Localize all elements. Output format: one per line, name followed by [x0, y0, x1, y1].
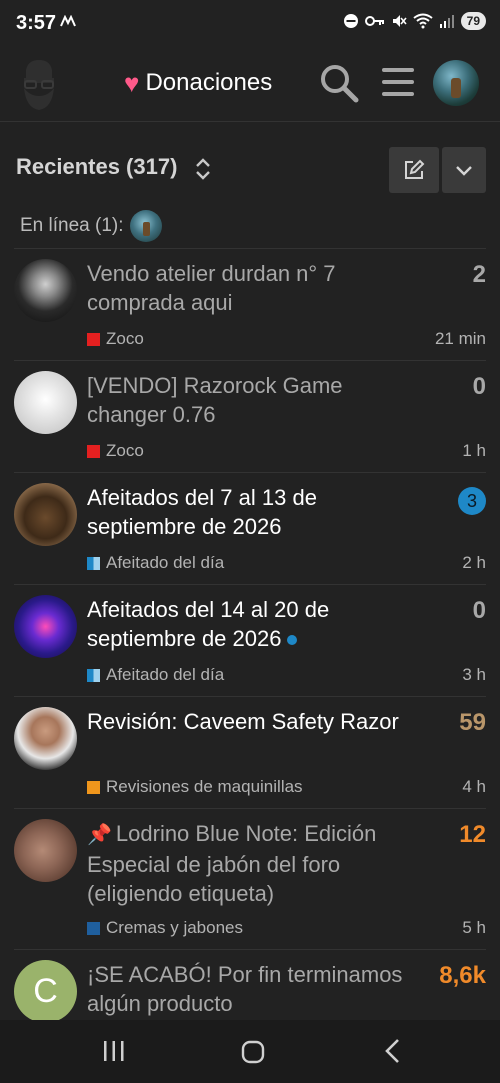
category-color-icon — [87, 780, 100, 794]
key-icon — [364, 16, 384, 26]
topic-title[interactable]: 📌 Lodrino Blue Note: Edición Especial de … — [87, 819, 417, 908]
topic-category[interactable]: Afeitado del día — [87, 553, 224, 573]
status-bar: 3:57 79 — [0, 0, 500, 46]
topic-avatar[interactable]: C — [14, 960, 77, 1023]
topic-category[interactable]: Zoco — [87, 329, 144, 349]
new-topic-button[interactable] — [389, 147, 439, 193]
topic-title[interactable]: Afeitados del 7 al 13 de septiembre de 2… — [87, 483, 417, 541]
topic-row[interactable]: Afeitados del 7 al 13 de septiembre de 2… — [14, 472, 486, 584]
site-logo-icon[interactable] — [18, 56, 60, 112]
pin-icon: 📌 — [87, 824, 112, 846]
topic-row[interactable]: 📌 Lodrino Blue Note: Edición Especial de … — [14, 808, 486, 949]
list-header: Recientes (317) — [0, 146, 500, 196]
topic-title[interactable]: Revisión: Caveem Safety Razor — [87, 707, 417, 736]
topic-activity-time[interactable]: 3 h — [462, 665, 486, 685]
category-label: Afeitado del día — [106, 553, 225, 572]
online-users: En línea (1): — [20, 210, 162, 242]
category-label: Cremas y jabones — [106, 918, 244, 937]
notification-m-icon — [60, 15, 76, 27]
hamburger-menu-icon[interactable] — [380, 64, 416, 100]
site-header: ♥ Donaciones — [0, 46, 500, 122]
reply-count[interactable]: 12 — [459, 821, 486, 849]
topic-avatar[interactable] — [14, 595, 77, 658]
topic-activity-time[interactable]: 2 h — [462, 553, 486, 573]
topic-title[interactable]: Afeitados del 14 al 20 de septiembre de … — [87, 595, 417, 653]
back-icon[interactable] — [382, 1038, 404, 1064]
topic-activity-time[interactable]: 21 min — [435, 329, 486, 349]
reply-count[interactable]: 2 — [473, 261, 486, 289]
more-options-button[interactable] — [442, 147, 486, 193]
status-icons: 79 — [343, 12, 486, 30]
topic-activity-time[interactable]: 1 h — [462, 441, 486, 461]
topic-title[interactable]: ¡SE ACABÓ! Por fin terminamos algún prod… — [87, 960, 417, 1018]
signal-icon — [439, 15, 454, 28]
avatar-letter: C — [33, 972, 58, 1010]
topic-row[interactable]: [VENDO] Razorock Game changer 0.76 0 Zoc… — [14, 360, 486, 472]
topic-avatar[interactable] — [14, 707, 77, 770]
category-color-icon — [87, 444, 100, 458]
unread-count-badge[interactable]: 3 — [458, 487, 486, 515]
topic-category[interactable]: Zoco — [87, 441, 144, 461]
reply-count[interactable]: 8,6k — [439, 962, 486, 990]
edit-icon — [405, 159, 425, 179]
topic-activity-time[interactable]: 4 h — [462, 777, 486, 797]
category-color-icon — [87, 668, 100, 682]
topic-title[interactable]: Vendo atelier durdan n° 7 comprada aqui — [87, 259, 417, 317]
status-time: 3:57 — [16, 12, 57, 34]
user-avatar[interactable] — [433, 60, 479, 106]
topic-row[interactable]: Afeitados del 14 al 20 de septiembre de … — [14, 584, 486, 696]
category-color-icon — [87, 332, 100, 346]
category-label: Afeitado del día — [106, 665, 225, 684]
system-nav-bar — [0, 1020, 500, 1083]
home-icon[interactable] — [241, 1040, 265, 1064]
category-color-icon — [87, 556, 100, 570]
chevron-down-icon — [456, 166, 472, 176]
donate-link[interactable]: ♥ Donaciones — [124, 66, 272, 100]
online-label: En línea (1): — [20, 215, 124, 236]
category-color-icon — [87, 921, 100, 935]
reply-count[interactable]: 0 — [473, 373, 486, 401]
topic-category[interactable]: Cremas y jabones — [87, 918, 243, 938]
topic-title[interactable]: [VENDO] Razorock Game changer 0.76 — [87, 371, 417, 429]
mute-icon — [392, 15, 407, 27]
search-icon[interactable] — [318, 62, 360, 104]
new-topic-dot-icon — [287, 635, 298, 646]
reply-count[interactable]: 59 — [459, 709, 486, 737]
topic-row[interactable]: Vendo atelier durdan n° 7 comprada aqui … — [14, 248, 486, 360]
recent-apps-icon[interactable] — [102, 1040, 126, 1062]
topic-avatar[interactable] — [14, 259, 77, 322]
topic-row[interactable]: Revisión: Caveem Safety Razor 59 Revisio… — [14, 696, 486, 808]
topic-title-text: Lodrino Blue Note: Edición Especial de j… — [87, 821, 377, 906]
wifi-icon — [413, 13, 433, 29]
reply-count[interactable]: 0 — [473, 597, 486, 625]
online-user-avatar[interactable] — [129, 210, 162, 242]
topic-activity-time[interactable]: 5 h — [462, 918, 486, 938]
topic-avatar[interactable] — [14, 483, 77, 546]
topic-category[interactable]: Revisiones de maquinillas — [87, 777, 303, 797]
category-label: Revisiones de maquinillas — [106, 777, 303, 796]
sort-toggle-icon[interactable] — [194, 158, 212, 180]
donate-label: Donaciones — [145, 69, 273, 96]
topic-avatar[interactable] — [14, 819, 77, 882]
dnd-icon — [343, 14, 358, 28]
list-title[interactable]: Recientes (317) — [16, 154, 177, 180]
heart-icon: ♥ — [124, 68, 140, 98]
topic-category[interactable]: Afeitado del día — [87, 665, 224, 685]
category-label: Zoco — [106, 441, 144, 460]
battery-indicator: 79 — [460, 12, 486, 30]
topic-avatar[interactable] — [14, 371, 77, 434]
category-label: Zoco — [106, 329, 144, 348]
topic-list: Vendo atelier durdan n° 7 comprada aqui … — [14, 248, 486, 1029]
topic-row[interactable]: C ¡SE ACABÓ! Por fin terminamos algún pr… — [14, 949, 486, 1029]
